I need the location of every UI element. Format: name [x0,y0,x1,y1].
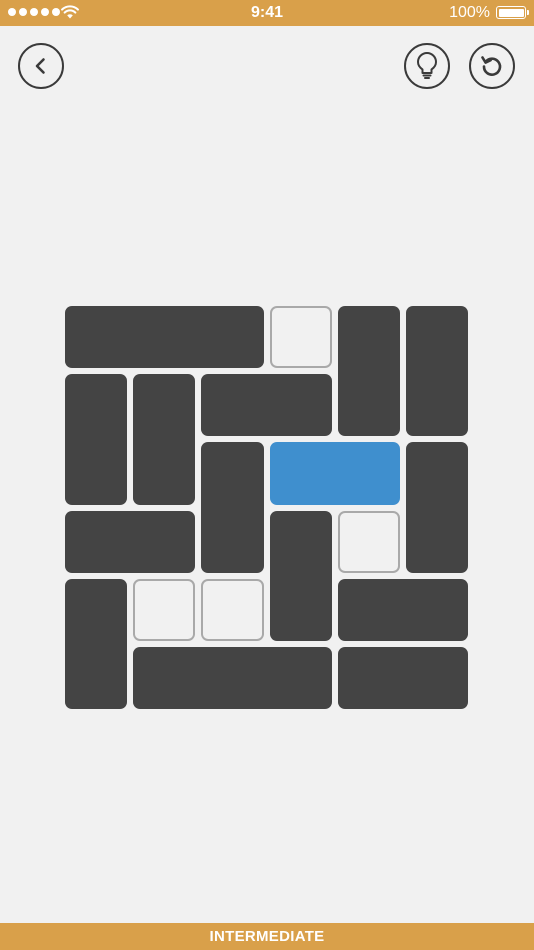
level-footer: INTERMEDIATE [0,923,534,950]
level-label: INTERMEDIATE [209,928,325,945]
block-horizontal[interactable] [337,647,469,710]
block-horizontal[interactable] [133,647,332,710]
empty-cell [201,578,264,641]
block-horizontal[interactable] [65,510,196,573]
block-vertical[interactable] [133,374,196,505]
empty-cell [269,306,332,369]
block-horizontal[interactable] [201,374,332,437]
block-vertical[interactable] [269,510,332,641]
block-horizontal[interactable] [65,306,264,369]
block-vertical[interactable] [406,306,469,437]
block-vertical[interactable] [201,442,264,573]
empty-cell [337,510,400,573]
puzzle-board [0,0,534,950]
target-block[interactable] [269,442,400,505]
block-horizontal[interactable] [337,578,469,641]
block-vertical[interactable] [65,578,128,710]
block-vertical[interactable] [65,374,128,505]
block-vertical[interactable] [406,442,469,573]
empty-cell [133,578,196,641]
block-vertical[interactable] [337,306,400,437]
